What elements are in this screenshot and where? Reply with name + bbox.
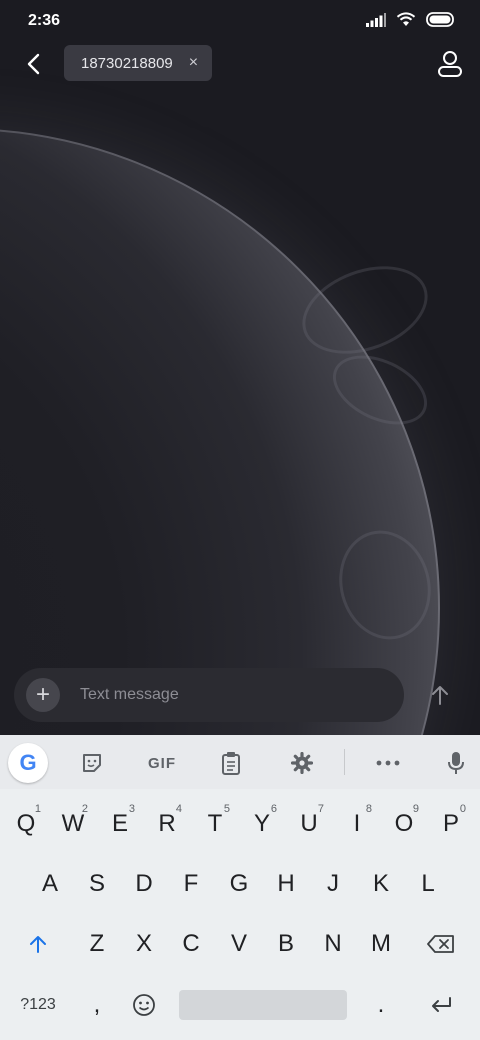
enter-icon [432,997,451,1012]
key-z[interactable]: Z [76,919,118,969]
key-m[interactable]: M [360,919,402,969]
contact-icon [438,51,462,77]
key-h[interactable]: H [265,859,307,909]
wallpaper [0,0,480,735]
more-button[interactable] [368,743,408,783]
key-l[interactable]: L [407,859,449,909]
message-input[interactable] [80,683,380,707]
key-u[interactable]: 7U [288,799,330,849]
clipboard-icon [222,752,240,775]
key-n[interactable]: N [312,919,354,969]
status-icons [366,12,456,32]
status-bar: 2:36 [0,0,480,44]
key-x[interactable]: X [123,919,165,969]
mic-icon [448,752,464,774]
emoji-icon [133,994,155,1016]
send-arrow-icon [432,686,448,705]
back-arrow-icon [27,53,40,75]
gif-icon: GIF [148,754,176,772]
key-q[interactable]: 1Q [5,799,47,849]
keyboard-toolbar: G GIF [0,735,480,789]
google-button[interactable]: G [8,743,48,783]
backspace-key[interactable] [420,919,462,969]
key-p[interactable]: 0P [430,799,472,849]
status-time: 2:36 [28,12,61,29]
key-b[interactable]: B [265,919,307,969]
plus-icon: + [35,681,50,708]
key-k[interactable]: K [360,859,402,909]
key-r[interactable]: 4R [146,799,188,849]
contact-button[interactable] [432,46,468,82]
google-icon: G [19,750,37,775]
key-y[interactable]: 6Y [241,799,283,849]
emoji-key[interactable] [123,980,165,1030]
chip-close-icon[interactable]: × [189,54,198,72]
wifi-icon [396,12,416,32]
space-bar[interactable] [179,990,347,1020]
period-key[interactable]: . [360,980,402,1030]
compose-bar: + [14,668,404,722]
settings-button[interactable] [282,743,322,783]
comma-key[interactable]: , [76,980,118,1030]
key-c[interactable]: C [170,919,212,969]
backspace-icon [427,935,454,953]
recipient-number: 18730218809 [81,54,173,72]
attach-button[interactable]: + [26,678,60,712]
battery-icon [426,12,456,32]
key-e[interactable]: 3E [99,799,141,849]
key-g[interactable]: G [218,859,260,909]
key-j[interactable]: J [312,859,354,909]
key-a[interactable]: A [29,859,71,909]
settings-icon [291,752,313,774]
toolbar-divider [344,749,345,775]
key-f[interactable]: F [170,859,212,909]
symbols-key[interactable]: ?123 [12,980,64,1030]
recipient-chip[interactable]: 18730218809 × [64,45,213,81]
shift-icon [30,936,46,953]
keyboard: G GIF 1 Q 2 W 3 E 4 R 5 T 6 Y 7 U 8 I 9 … [0,735,480,1040]
enter-key[interactable] [420,980,462,1030]
mic-button[interactable] [436,743,476,783]
key-v[interactable]: V [218,919,260,969]
top-bar: 18730218809 × [0,44,480,84]
gif-button[interactable]: GIF [140,743,184,783]
clipboard-button[interactable] [211,743,251,783]
key-s[interactable]: S [76,859,118,909]
key-w[interactable]: 2W [52,799,94,849]
sticker-button[interactable] [72,743,112,783]
key-o[interactable]: 9O [383,799,425,849]
key-i[interactable]: 8I [336,799,378,849]
key-t[interactable]: 5T [194,799,236,849]
sticker-icon [83,754,101,772]
send-button[interactable] [420,678,460,712]
more-icon [376,760,400,766]
signal-icon [366,12,386,32]
shift-key[interactable] [17,919,59,969]
key-d[interactable]: D [123,859,165,909]
back-button[interactable] [18,48,50,80]
planet-rim [0,128,440,735]
